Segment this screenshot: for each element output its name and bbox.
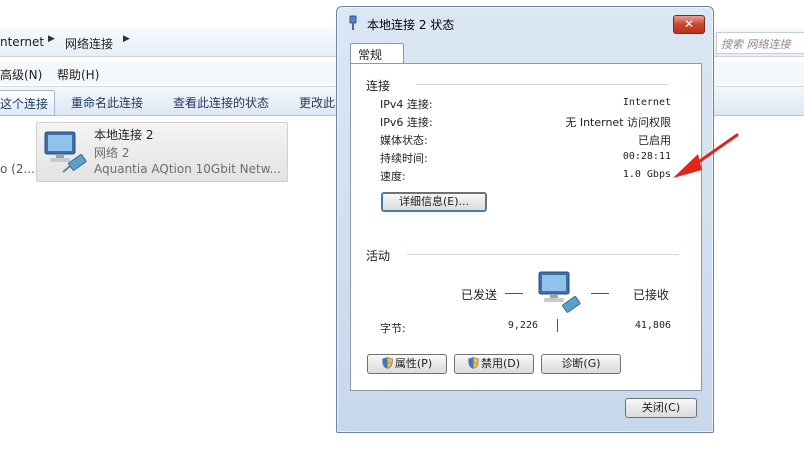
uac-shield-icon: [468, 357, 479, 369]
menu-advanced[interactable]: 高级(N): [0, 66, 42, 83]
breadcrumb-network-connections[interactable]: 网络连接: [65, 35, 113, 52]
close-icon: ✕: [683, 17, 695, 31]
breadcrumb-arrow-icon[interactable]: ▶: [123, 34, 130, 44]
disable-button[interactable]: 禁用(D): [454, 354, 534, 374]
cmd-rename-connection[interactable]: 重命名此连接: [71, 94, 143, 111]
connection-network: 网络 2: [94, 146, 130, 160]
divider: [416, 84, 669, 85]
connection-section-label: 连接: [366, 77, 395, 94]
close-button[interactable]: 关闭(C): [625, 398, 697, 418]
status-dialog: 本地连接 2 状态 ✕ 常规 连接 IPv4 连接: Internet IPv6…: [336, 6, 714, 433]
speed-value: 1.0 Gbps: [622, 169, 671, 180]
disable-button-label: 禁用(D): [480, 357, 521, 370]
media-state-label: 媒体状态:: [380, 134, 428, 147]
connection-name: 本地连接 2: [94, 128, 154, 142]
menu-help[interactable]: 帮助(H): [57, 66, 99, 83]
dialog-title: 本地连接 2 状态: [367, 18, 455, 32]
truncated-connection-label[interactable]: o (2...: [0, 162, 35, 176]
uac-shield-icon: [382, 357, 393, 369]
network-adapter-icon: [44, 131, 87, 173]
bytes-sent-value: 9,226: [507, 320, 538, 331]
received-dash: [591, 293, 609, 294]
activity-section-label: 活动: [366, 247, 395, 264]
cmd-this-connection[interactable]: 这个连接: [0, 90, 56, 116]
ipv6-label: IPv6 连接:: [380, 116, 433, 129]
close-window-button[interactable]: ✕: [673, 15, 705, 34]
cmd-change-settings[interactable]: 更改此: [299, 94, 335, 111]
sent-dash: [505, 293, 523, 294]
divider: [407, 254, 679, 255]
details-button[interactable]: 详细信息(E)...: [381, 192, 487, 212]
ipv4-label: IPv4 连接:: [380, 98, 433, 111]
ipv6-value: 无 Internet 访问权限: [565, 116, 671, 129]
breadcrumb-internet[interactable]: nternet: [0, 35, 44, 49]
properties-button-label: 属性(P): [394, 357, 433, 370]
tab-general-label: 常规: [358, 48, 383, 62]
sent-label: 已发送: [461, 288, 498, 302]
breadcrumb-arrow-icon[interactable]: ▶: [48, 34, 55, 44]
ipv4-value: Internet: [622, 97, 671, 108]
tab-general[interactable]: 常规: [350, 43, 404, 64]
search-placeholder: 搜索 网络连接: [721, 38, 791, 51]
network-plug-icon: [349, 15, 357, 30]
received-label: 已接收: [633, 288, 670, 302]
network-activity-icon: [538, 271, 581, 313]
duration-label: 持续时间:: [380, 152, 428, 165]
bytes-label: 字节:: [380, 322, 406, 335]
bytes-received-value: 41,806: [634, 320, 671, 331]
speed-label: 速度:: [380, 170, 406, 183]
activity-tick: [557, 319, 558, 332]
diagnose-button[interactable]: 诊断(G): [541, 354, 621, 374]
search-input[interactable]: 搜索 网络连接: [716, 32, 804, 54]
general-panel: 连接 IPv4 连接: Internet IPv6 连接: 无 Internet…: [350, 63, 702, 391]
duration-value: 00:28:11: [622, 151, 671, 162]
connection-tile[interactable]: 本地连接 2 网络 2 Aquantia AQtion 10Gbit Netw.…: [36, 122, 288, 182]
cmd-view-status[interactable]: 查看此连接的状态: [173, 94, 269, 111]
connection-adapter: Aquantia AQtion 10Gbit Netw...: [94, 162, 281, 176]
properties-button[interactable]: 属性(P): [367, 354, 447, 374]
media-state-value: 已启用: [638, 134, 671, 147]
